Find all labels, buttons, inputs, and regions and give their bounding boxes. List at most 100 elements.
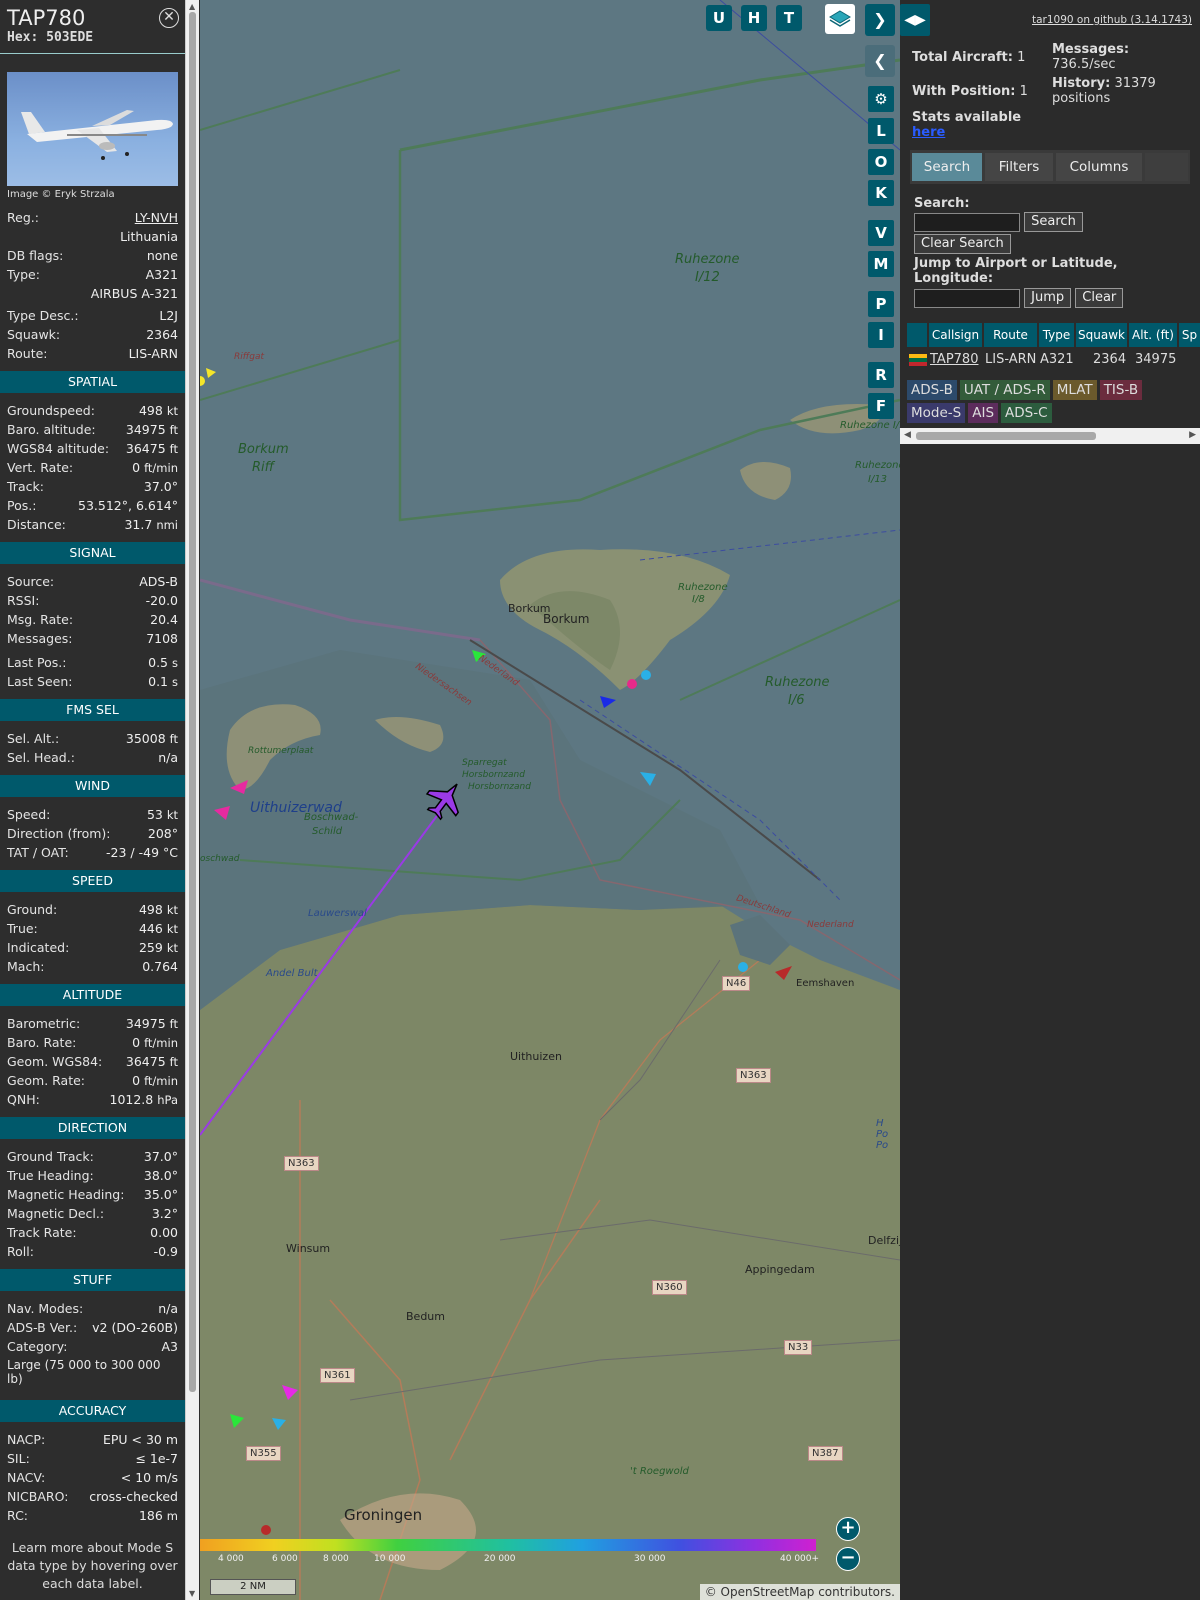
- zoom-in-button[interactable]: +: [836, 1517, 860, 1541]
- detail-row: Geom. WGS84: 36475 ft: [0, 1052, 185, 1071]
- value-unit: ft: [169, 1055, 178, 1069]
- value-text: 38.0°: [143, 1168, 178, 1183]
- detail-label: Ground:: [7, 902, 58, 917]
- t-button[interactable]: T: [776, 5, 802, 31]
- detail-label: QNH:: [7, 1092, 40, 1107]
- road-n363-b: N363: [736, 1068, 771, 1083]
- hscroll-thumb[interactable]: [916, 432, 1096, 440]
- jump-button[interactable]: Jump: [1024, 288, 1072, 308]
- detail-label: RSSI:: [7, 593, 40, 608]
- map-attribution[interactable]: © OpenStreetMap contributors.: [699, 1584, 900, 1600]
- horizontal-scrollbar[interactable]: ◀ ▶: [900, 428, 1200, 444]
- value-text: 37.0°: [143, 1149, 178, 1164]
- value-unit: kt: [166, 404, 178, 418]
- detail-label: Source:: [7, 574, 55, 589]
- detail-value: 37.0°: [144, 477, 178, 496]
- v-button[interactable]: V: [868, 220, 894, 246]
- section-header-fms-sel: FMS SEL: [0, 699, 185, 721]
- map-label-ruhezone-i12-2: I/12: [695, 270, 720, 285]
- detail-value: 259 kt: [139, 938, 178, 957]
- clear-button[interactable]: Clear: [1075, 288, 1124, 308]
- detail-value: A3: [161, 1337, 178, 1356]
- search-input[interactable]: [914, 212, 1020, 232]
- col-squawk[interactable]: Squawk: [1076, 323, 1127, 347]
- detail-label: Distance:: [7, 517, 66, 532]
- col-callsign[interactable]: Callsign: [929, 323, 982, 347]
- detail-label: Sel. Alt.:: [7, 731, 60, 746]
- k-button[interactable]: K: [868, 180, 894, 206]
- scroll-right-icon[interactable]: ▶: [1189, 430, 1196, 440]
- value-unit: nmi: [156, 518, 178, 532]
- l-button[interactable]: L: [868, 118, 894, 144]
- scroll-down-icon[interactable]: ▼: [189, 1589, 195, 1598]
- stats-link[interactable]: here: [912, 125, 945, 140]
- p-button[interactable]: P: [868, 291, 894, 317]
- value-unit: hPa: [157, 1093, 178, 1107]
- alt-tick: 30 000: [634, 1554, 666, 1564]
- clear-search-button[interactable]: Clear Search: [914, 234, 1011, 254]
- row-altitude: 34975: [1135, 352, 1177, 367]
- value-text: 0.00: [150, 1225, 178, 1240]
- toggle-sidebar-button[interactable]: ◀▶: [900, 4, 930, 36]
- map-label-riffgat: Riffgat: [234, 352, 265, 362]
- alt-tick: 10 000: [374, 1554, 406, 1564]
- search-button[interactable]: Search: [1024, 212, 1083, 232]
- tab-filters[interactable]: Filters: [985, 153, 1053, 181]
- sidebar-scrollbar[interactable]: ▲ ▼: [185, 0, 199, 1600]
- value-text: cross-checked: [89, 1489, 178, 1504]
- value-text: 35.0°: [143, 1187, 178, 1202]
- table-row[interactable]: TAP780 LIS-ARN A321 2364 34975: [907, 349, 1200, 371]
- search-area: Search: Search Clear Search Jump to Airp…: [914, 196, 1194, 308]
- col-speed[interactable]: Sp: [1179, 323, 1200, 347]
- source-chip-mode-s: Mode-S: [907, 403, 966, 423]
- scroll-left-icon[interactable]: ◀: [904, 430, 911, 440]
- scrollbar-thumb[interactable]: [189, 12, 196, 1392]
- value-text: 0.1: [148, 674, 169, 689]
- i-button[interactable]: I: [868, 322, 894, 348]
- map-label-horsbornzand: Horsbornzand: [462, 770, 525, 780]
- detail-label: ADS-B Ver.:: [7, 1320, 78, 1335]
- col-type[interactable]: Type: [1039, 323, 1074, 347]
- source-chip-mlat: MLAT: [1052, 380, 1097, 400]
- road-n361: N361: [320, 1368, 355, 1383]
- detail-row: QNH: 1012.8 hPa: [0, 1090, 185, 1109]
- u-button[interactable]: U: [706, 5, 732, 31]
- settings-button[interactable]: ⚙: [868, 86, 894, 112]
- detail-label: Last Seen:: [7, 674, 73, 689]
- detail-value: 0.764: [142, 957, 178, 976]
- total-aircraft: 1: [1017, 50, 1026, 65]
- detail-value: 2364: [146, 325, 178, 344]
- row-callsign[interactable]: TAP780: [930, 349, 978, 371]
- tab-columns[interactable]: Columns: [1056, 153, 1142, 181]
- collapse-left-button[interactable]: ❮: [865, 45, 895, 77]
- altitude-color-bar: [200, 1539, 816, 1551]
- col-altitude[interactable]: Alt. (ft): [1129, 323, 1177, 347]
- detail-label: Reg.:: [7, 210, 39, 225]
- layers-button[interactable]: [825, 4, 855, 34]
- detail-label: Vert. Rate:: [7, 460, 74, 475]
- scroll-up-icon[interactable]: ▲: [189, 2, 195, 11]
- col-route[interactable]: Route: [984, 323, 1037, 347]
- value-text: < 10 m/s: [120, 1470, 178, 1485]
- detail-row: Direction (from): 208°: [0, 824, 185, 843]
- scale-bar: 2 NM: [210, 1579, 296, 1595]
- detail-value: 498 kt: [139, 401, 178, 420]
- value-unit: ft: [169, 442, 178, 456]
- o-button[interactable]: O: [868, 149, 894, 175]
- value-text: 20.4: [150, 612, 178, 627]
- expand-right-button[interactable]: ❯: [865, 4, 895, 36]
- jump-input[interactable]: [914, 288, 1020, 308]
- detail-row: Magnetic Heading: 35.0°: [0, 1185, 185, 1204]
- f-button[interactable]: F: [868, 393, 894, 419]
- detail-value[interactable]: LY-NVH: [135, 208, 178, 227]
- r-button[interactable]: R: [868, 362, 894, 388]
- close-icon[interactable]: ✕: [159, 8, 179, 28]
- version-link[interactable]: tar1090 on github (3.14.1743): [1032, 14, 1192, 26]
- map[interactable]: Riffgat Borkum Riff Ruhezone I/12 Ruhezo…: [200, 0, 900, 1600]
- tab-search[interactable]: Search: [912, 153, 982, 181]
- aircraft-photo[interactable]: [7, 72, 178, 186]
- m-button[interactable]: M: [868, 251, 894, 277]
- map-label-roegwold: 't Roegwold: [630, 1466, 689, 1477]
- h-button[interactable]: H: [741, 5, 767, 31]
- detail-label: Groundspeed:: [7, 403, 95, 418]
